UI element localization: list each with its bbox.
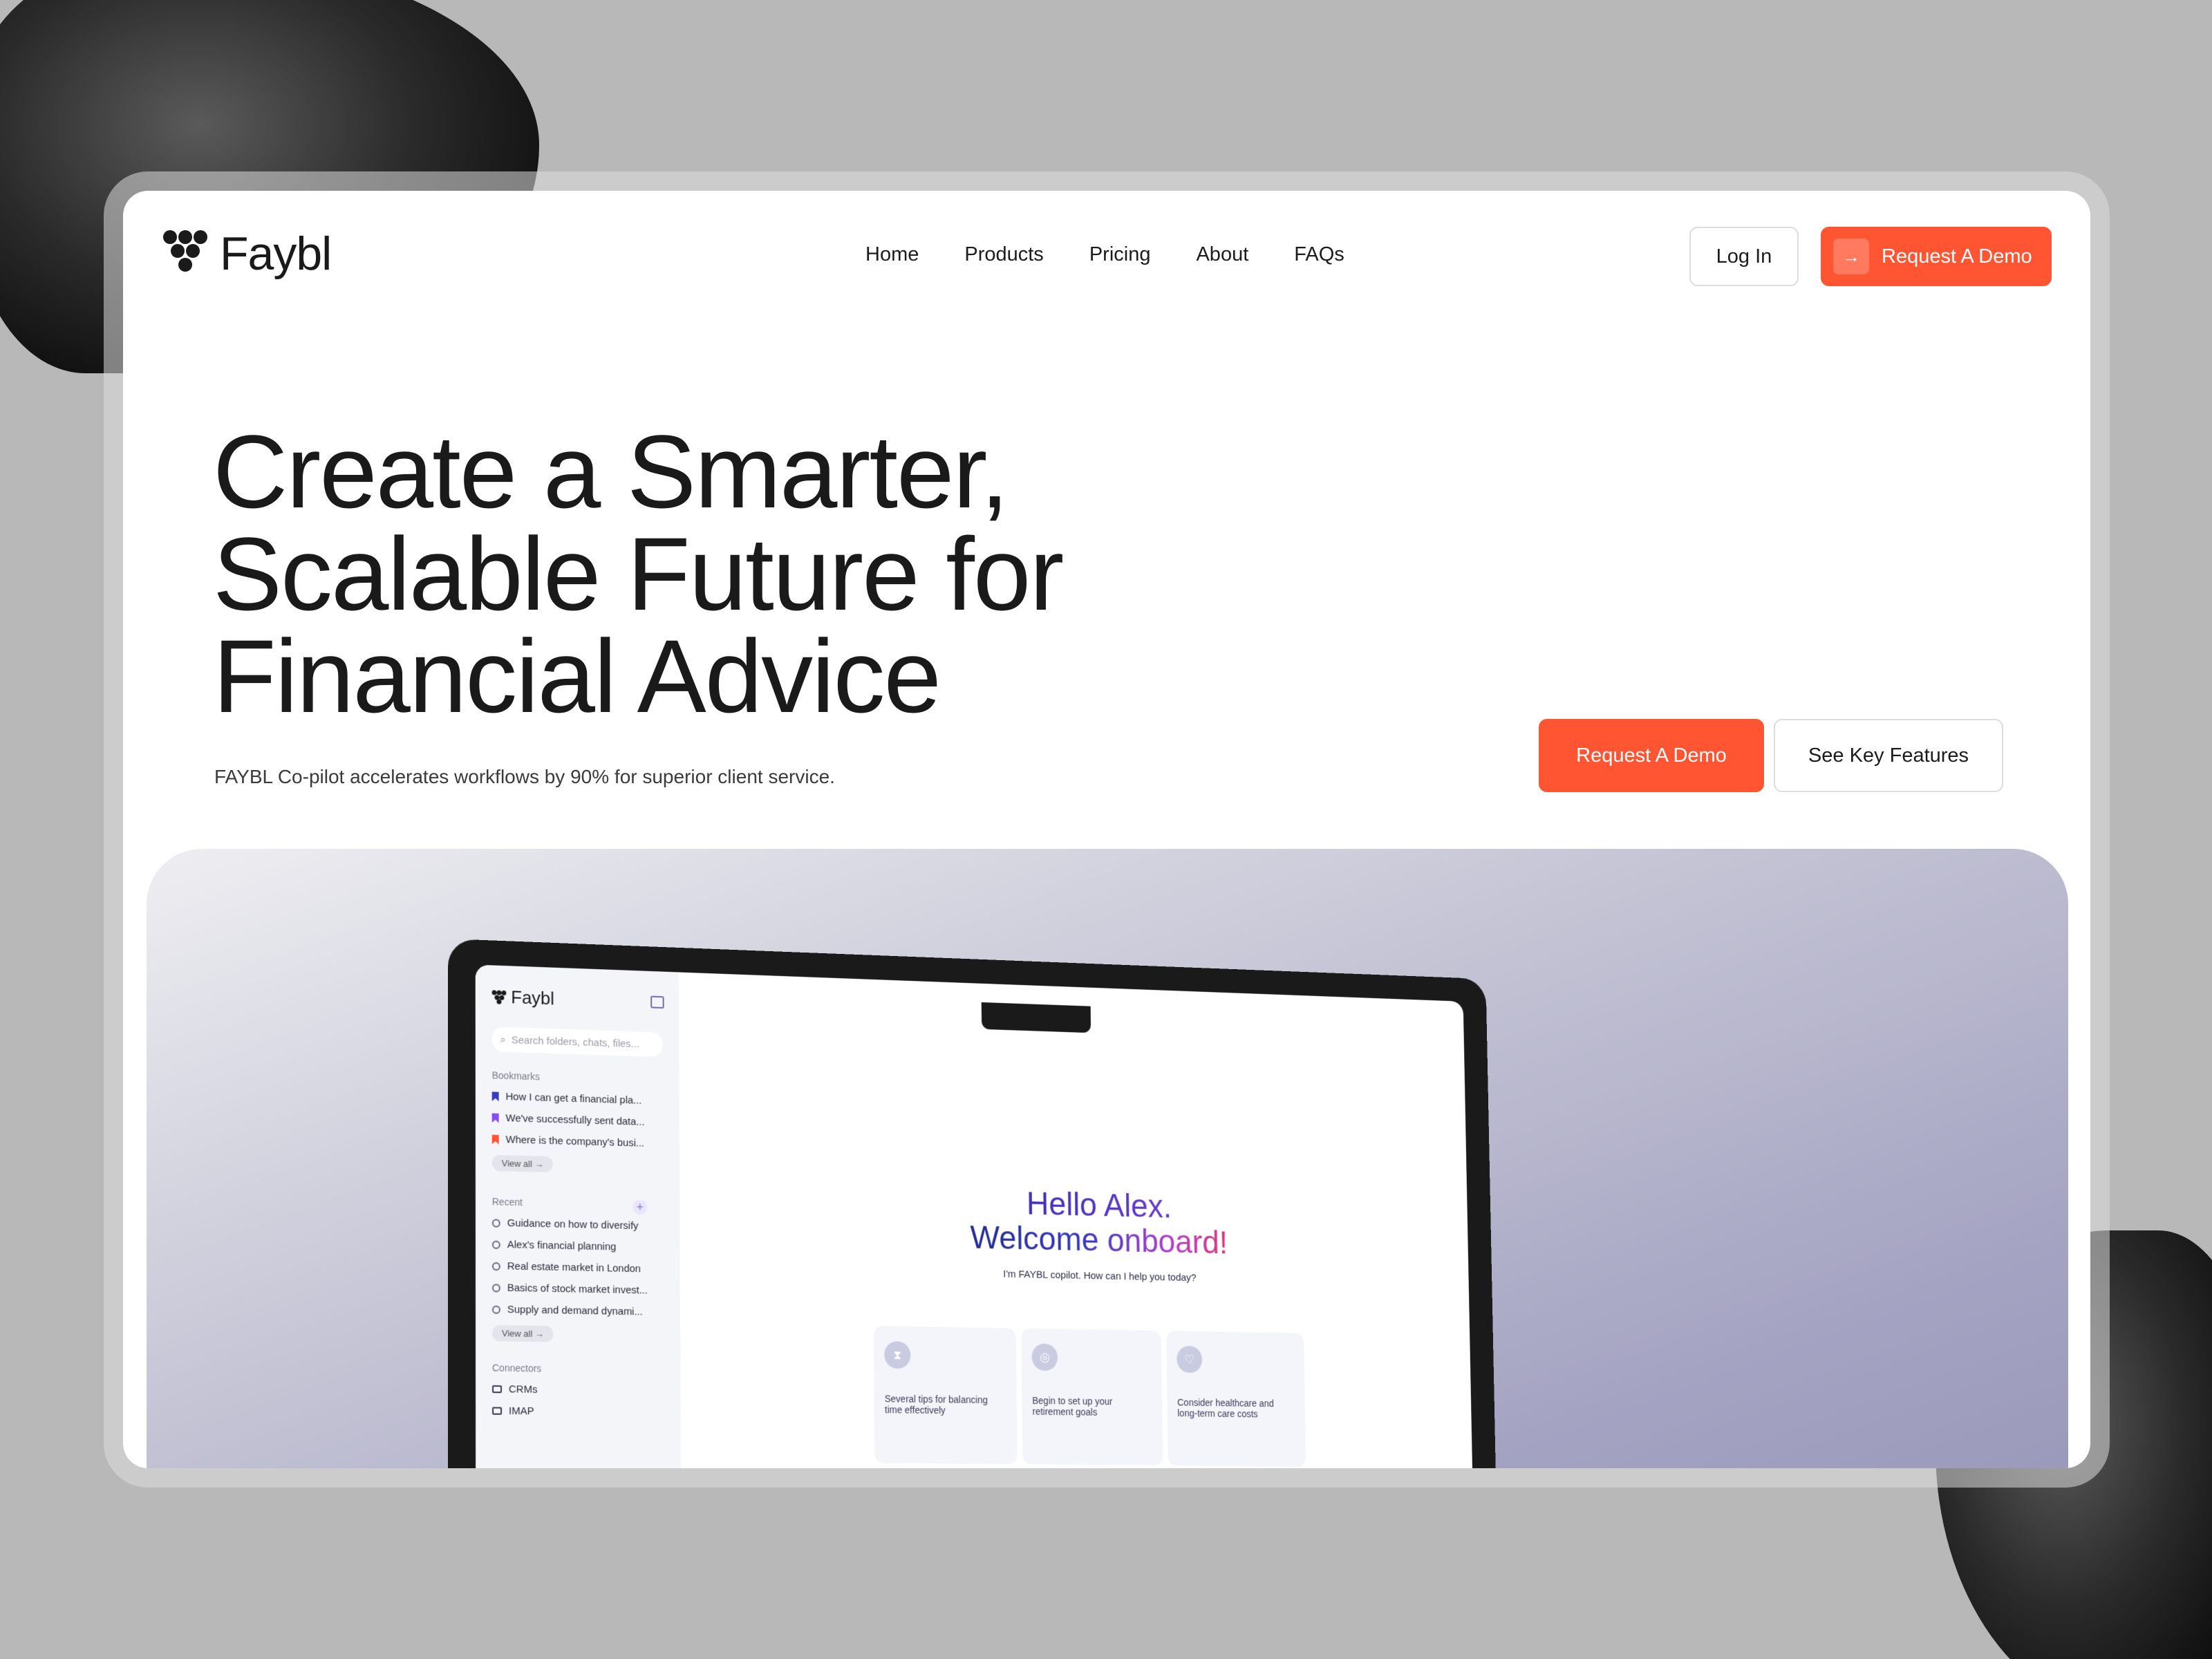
view-all-label: View all	[501, 1328, 533, 1340]
bookmarks-view-all-button[interactable]: View all →	[491, 1154, 554, 1173]
hourglass-icon: ⧗	[884, 1341, 911, 1369]
bookmark-icon	[492, 1113, 499, 1123]
request-demo-header-button[interactable]: → Request A Demo	[1821, 227, 2052, 286]
connector-item[interactable]: CRMs	[492, 1383, 664, 1397]
bookmark-icon	[492, 1091, 499, 1101]
login-button[interactable]: Log In	[1689, 227, 1799, 286]
arrow-right-icon: →	[1833, 238, 1869, 274]
logo-mark-icon	[163, 230, 207, 277]
recent-chat-item[interactable]: Guidance on how to diversify	[491, 1217, 664, 1232]
bookmark-icon	[492, 1134, 499, 1144]
connector-label: CRMs	[508, 1383, 538, 1396]
greeting-subtitle: I'm FAYBL copilot. How can I help you to…	[1003, 1268, 1197, 1284]
sidebar-collapse-icon[interactable]	[650, 995, 664, 1009]
bookmark-label: Where is the company's busi...	[505, 1134, 645, 1150]
brand-name: Faybl	[220, 227, 332, 280]
chat-icon	[491, 1218, 500, 1228]
recent-view-all-button[interactable]: View all →	[491, 1324, 554, 1342]
bookmark-label: We've successfully sent data...	[505, 1112, 645, 1128]
greeting-block: Hello Alex. Welcome onboard! I'm FAYBL c…	[957, 1185, 1240, 1284]
nav-pricing[interactable]: Pricing	[1089, 243, 1151, 266]
connector-label: IMAP	[508, 1405, 534, 1418]
sidebar-search-placeholder: Search folders, chats, files...	[511, 1033, 639, 1050]
bookmark-item[interactable]: We've successfully sent data...	[492, 1112, 664, 1129]
coin-icon: ◎	[1031, 1343, 1058, 1371]
recent-chat-item[interactable]: Supply and demand dynami...	[491, 1303, 664, 1318]
recent-chat-label: Real estate market in London	[507, 1260, 641, 1275]
hero-subtitle: FAYBL Co-pilot accelerates workflows by …	[214, 766, 835, 787]
recent-chat-label: Guidance on how to diversify	[507, 1217, 639, 1232]
app-sidebar: Faybl ⌕ Search folders, chats, files... …	[475, 964, 682, 1468]
request-demo-header-label: Request A Demo	[1882, 245, 2032, 268]
recent-chat-label: Supply and demand dynami...	[507, 1303, 643, 1318]
mail-icon	[492, 1385, 503, 1394]
recent-chat-label: Alex's financial planning	[507, 1239, 617, 1253]
chat-icon	[491, 1283, 500, 1293]
hero-title-line2: Scalable Future for	[213, 516, 1064, 632]
main-nav: Home Products Pricing About FAQs	[865, 243, 1344, 266]
app-brand-name: Faybl	[511, 986, 554, 1009]
bookmarks-heading: Bookmarks	[491, 1069, 540, 1082]
mail-icon	[492, 1407, 503, 1415]
nav-home[interactable]: Home	[865, 243, 919, 266]
hero-title-line1: Create a Smarter,	[213, 413, 1009, 529]
laptop-screen: Faybl ⌕ Search folders, chats, files... …	[475, 964, 1474, 1468]
recent-heading: Recent +	[491, 1196, 664, 1215]
bookmark-item[interactable]: How I can get a financial pla...	[492, 1090, 664, 1107]
request-demo-button[interactable]: Request A Demo	[1539, 719, 1764, 792]
chat-icon	[491, 1305, 500, 1314]
chat-area: Hello Alex. Welcome onboard! I'm FAYBL c…	[679, 972, 1474, 1468]
landing-page: Faybl Home Products Pricing About FAQs L…	[123, 191, 2090, 1468]
connectors-heading: Connectors	[492, 1362, 542, 1374]
recent-chat-item[interactable]: Basics of stock market invest...	[491, 1282, 664, 1297]
nav-about[interactable]: About	[1196, 243, 1248, 266]
nav-faqs[interactable]: FAQs	[1294, 243, 1344, 266]
chat-icon	[491, 1240, 500, 1249]
add-chat-icon[interactable]: +	[632, 1199, 648, 1215]
connector-item[interactable]: IMAP	[492, 1405, 664, 1418]
suggestion-card[interactable]: ◎ Begin to set up your retirement goals	[1021, 1328, 1163, 1466]
suggestion-text: Begin to set up your retirement goals	[1032, 1395, 1113, 1418]
suggestion-card[interactable]: ♡ Consider healthcare and long-term care…	[1166, 1331, 1306, 1467]
app-logo-mark-icon	[491, 989, 507, 1004]
heart-icon: ♡	[1177, 1345, 1203, 1374]
camera-notch	[981, 1002, 1091, 1033]
hero-title: Create a Smarter, Scalable Future for Fi…	[213, 420, 1250, 728]
suggestion-cards: ⧗ Several tips for balancing time effect…	[873, 1326, 1306, 1467]
recent-chat-label: Basics of stock market invest...	[507, 1282, 648, 1297]
chat-icon	[491, 1262, 500, 1271]
view-all-label: View all	[501, 1158, 532, 1170]
product-showcase: Faybl ⌕ Search folders, chats, files... …	[147, 849, 2068, 1468]
suggestion-card[interactable]: ⧗ Several tips for balancing time effect…	[873, 1326, 1018, 1465]
recent-heading-label: Recent	[491, 1196, 523, 1208]
sidebar-search-input[interactable]: ⌕ Search folders, chats, files...	[491, 1027, 664, 1058]
search-icon: ⌕	[500, 1033, 506, 1046]
see-key-features-button[interactable]: See Key Features	[1774, 719, 2003, 792]
hero-title-line3: Financial Advice	[213, 618, 941, 734]
nav-products[interactable]: Products	[964, 243, 1043, 266]
bookmark-label: How I can get a financial pla...	[505, 1091, 642, 1107]
greeting-line2: Welcome onboard!	[957, 1219, 1239, 1262]
suggestion-text: Several tips for balancing time effectiv…	[884, 1393, 988, 1416]
recent-chat-item[interactable]: Alex's financial planning	[491, 1239, 664, 1254]
bookmark-item[interactable]: Where is the company's busi...	[492, 1134, 664, 1150]
recent-chat-item[interactable]: Real estate market in London	[491, 1260, 664, 1275]
brand-logo[interactable]: Faybl	[163, 227, 332, 281]
laptop-mockup: Faybl ⌕ Search folders, chats, files... …	[448, 939, 1498, 1468]
app-logo: Faybl	[491, 986, 663, 1013]
suggestion-text: Consider healthcare and long-term care c…	[1177, 1396, 1274, 1420]
